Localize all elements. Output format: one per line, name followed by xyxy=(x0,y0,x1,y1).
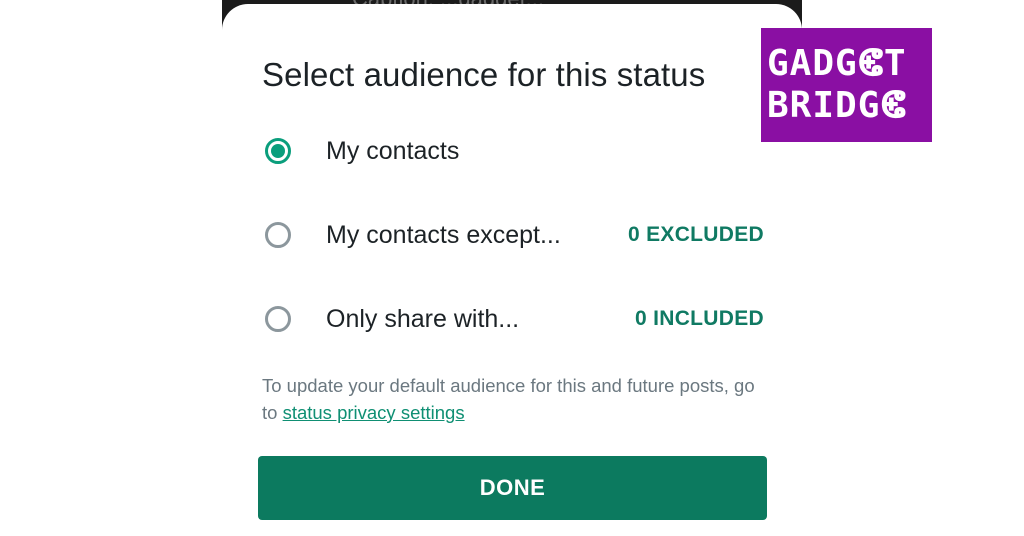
radio-dot xyxy=(271,144,285,158)
radio-unselected-icon[interactable] xyxy=(265,306,291,332)
gadget-bridge-logo: GADGⵞT BRIDGⵞ xyxy=(761,28,932,142)
done-button[interactable]: DONE xyxy=(258,456,767,520)
option-label: Only share with... xyxy=(326,304,520,333)
option-only-share-with[interactable]: Only share with... 0 INCLUDED xyxy=(262,294,772,344)
radio-selected-icon[interactable] xyxy=(265,138,291,164)
included-count[interactable]: 0 INCLUDED xyxy=(635,307,764,331)
sheet-title: Select audience for this status xyxy=(262,56,706,93)
option-my-contacts[interactable]: My contacts xyxy=(262,126,772,176)
option-label: My contacts xyxy=(326,136,460,165)
screen: Caption. ...gadget... Select audience fo… xyxy=(0,0,1024,536)
option-my-contacts-except[interactable]: My contacts except... 0 EXCLUDED xyxy=(262,210,772,260)
logo-line-1: GADGⵞT xyxy=(767,43,907,84)
radio-unselected-icon[interactable] xyxy=(265,222,291,248)
option-label: My contacts except... xyxy=(326,220,561,249)
footnote: To update your default audience for this… xyxy=(262,372,762,426)
status-privacy-settings-link[interactable]: status privacy settings xyxy=(283,402,465,423)
excluded-count[interactable]: 0 EXCLUDED xyxy=(628,223,764,247)
logo-line-2: BRIDGⵞ xyxy=(767,85,907,126)
